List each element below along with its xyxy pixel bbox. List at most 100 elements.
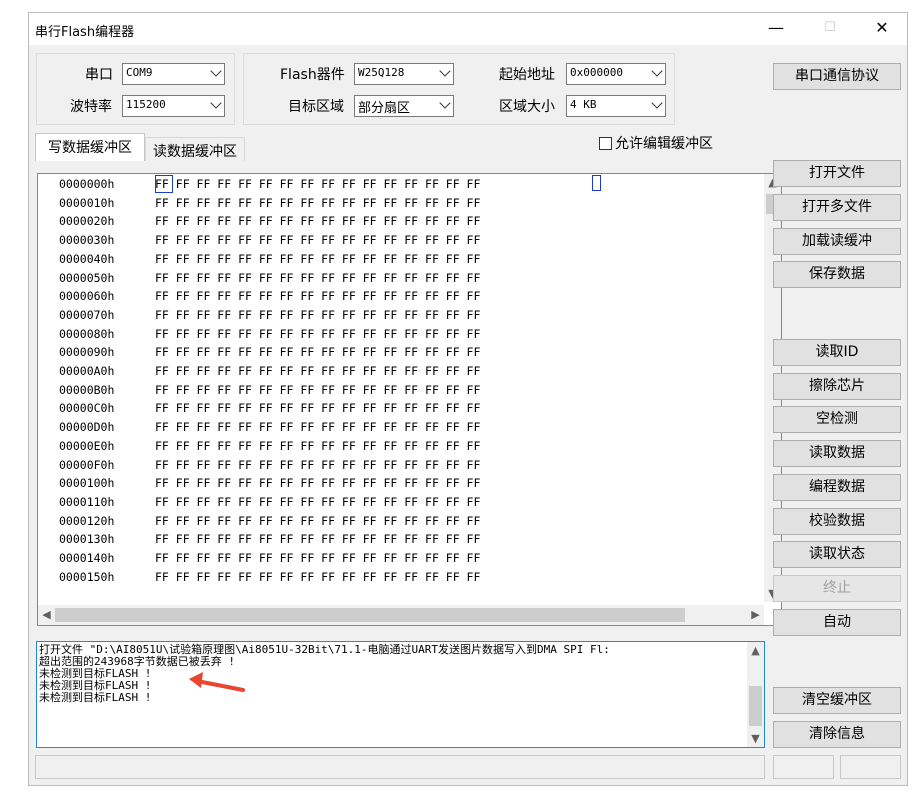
hex-bytes: FF FF FF FF FF FF FF FF FF FF FF FF FF F… [155, 326, 481, 341]
hex-bytes: FF FF FF FF FF FF FF FF FF FF FF FF FF F… [155, 438, 481, 453]
program-data-button[interactable]: 编程数据 [773, 474, 901, 501]
baud-label: 波特率 [70, 99, 112, 115]
start-address-label: 起始地址 [499, 67, 555, 83]
scroll-down-icon[interactable]: ▼ [747, 730, 764, 747]
hex-bytes: FF FF FF FF FF FF FF FF FF FF FF FF FF F… [155, 551, 481, 565]
hex-bytes: FF FF FF FF FF FF FF FF FF FF FF FF FF F… [155, 569, 481, 584]
hex-bytes: FF FF FF FF FF FF FF FF FF FF FF FF FF F… [155, 532, 481, 547]
region-size-label: 区域大小 [499, 99, 555, 115]
hex-address: 0000040h [59, 251, 115, 266]
tab-write-buffer[interactable]: 写数据缓冲区 [35, 133, 145, 161]
baud-select[interactable]: 115200 [122, 95, 225, 117]
hex-address: 0000050h [59, 270, 115, 285]
hex-address: 0000030h [59, 233, 115, 248]
hex-bytes: FF FF FF FF FF FF FF FF FF FF FF FF FF F… [155, 345, 481, 360]
hex-address: 0000020h [59, 214, 115, 229]
hex-address: 0000070h [59, 307, 115, 322]
open-file-button[interactable]: 打开文件 [773, 160, 901, 187]
hex-bytes: FF FF FF FF FF FF FF FF FF FF FF FF FF F… [155, 476, 481, 491]
scroll-right-icon[interactable]: ▶ [747, 606, 764, 623]
hex-address: 0000060h [59, 289, 115, 304]
hex-address: 0000120h [59, 513, 115, 528]
hex-bytes: FF FF FF FF FF FF FF FF FF FF FF FF FF F… [155, 289, 481, 304]
target-value: 部分扇区 [358, 101, 411, 116]
hex-bytes: FF FF FF FF FF FF FF FF FF FF FF FF FF F… [155, 364, 481, 378]
read-status-button[interactable]: 读取状态 [773, 541, 901, 568]
minimize-button[interactable]: — [753, 13, 799, 45]
region-size-select[interactable]: 4 KB [566, 95, 666, 117]
hex-address: 0000100h [59, 476, 115, 491]
hex-address: 00000A0h [59, 364, 115, 378]
status-cell [773, 755, 834, 779]
window-title: 串行Flash编程器 [35, 25, 135, 40]
hex-bytes: FF FF FF FF FF FF FF FF FF FF FF FF FF F… [155, 494, 481, 509]
hex-address: 0000150h [59, 569, 115, 584]
hex-address: 00000F0h [59, 457, 115, 472]
hex-bytes: FF FF FF FF FF FF FF FF FF FF FF FF FF F… [155, 177, 481, 191]
hex-bytes: FF FF FF FF FF FF FF FF FF FF FF FF FF F… [155, 420, 481, 435]
blank-check-button[interactable]: 空检测 [773, 406, 901, 433]
chevron-down-icon [651, 97, 663, 109]
clear-buffer-button[interactable]: 清空缓冲区 [773, 687, 901, 714]
hex-bytes: FF FF FF FF FF FF FF FF FF FF FF FF FF F… [155, 251, 481, 266]
save-data-button[interactable]: 保存数据 [773, 261, 901, 288]
log-scroll-thumb[interactable] [749, 686, 762, 726]
hex-editor[interactable]: 0000000h FF FF FF FF FF FF FF FF FF FF FF… [37, 173, 782, 626]
status-cell [840, 755, 901, 779]
chevron-down-icon [439, 97, 451, 109]
hex-address: 00000B0h [59, 382, 115, 397]
read-id-button[interactable]: 读取ID [773, 339, 901, 366]
scroll-left-icon[interactable]: ◀ [38, 606, 55, 623]
hex-bytes: FF FF FF FF FF FF FF FF FF FF FF FF FF F… [155, 214, 481, 229]
status-bar [35, 755, 765, 779]
hex-address: 00000D0h [59, 420, 115, 435]
flash-config-group: Flash器件 W25Q128 目标区域 部分扇区 起始地址 0x000000 … [243, 53, 675, 125]
verify-data-button[interactable]: 校验数据 [773, 508, 901, 535]
hex-bytes: FF FF FF FF FF FF FF FF FF FF FF FF FF F… [155, 307, 481, 322]
device-value: W25Q128 [358, 66, 405, 79]
hex-address: 0000080h [59, 326, 115, 341]
erase-chip-button[interactable]: 擦除芯片 [773, 373, 901, 400]
hex-bytes: FF FF FF FF FF FF FF FF FF FF FF FF FF F… [155, 233, 481, 248]
hex-address: 0000090h [59, 345, 115, 360]
target-select[interactable]: 部分扇区 [354, 95, 454, 117]
chevron-down-icon [651, 65, 663, 77]
main-window: 串行Flash编程器 — ☐ ✕ 串口 COM9 波特率 115200 Flas… [28, 12, 908, 786]
stop-button[interactable]: 终止 [773, 575, 901, 602]
start-address-select[interactable]: 0x000000 [566, 63, 666, 85]
port-label: 串口 [85, 67, 113, 83]
port-select[interactable]: COM9 [122, 63, 225, 85]
hex-cursor [155, 175, 173, 193]
load-read-buffer-button[interactable]: 加载读缓冲 [773, 228, 901, 255]
hex-bytes: FF FF FF FF FF FF FF FF FF FF FF FF FF F… [155, 513, 481, 528]
clear-info-button[interactable]: 清除信息 [773, 721, 901, 748]
hex-bytes: FF FF FF FF FF FF FF FF FF FF FF FF FF F… [155, 382, 481, 397]
close-button[interactable]: ✕ [859, 13, 905, 45]
ascii-cursor [592, 175, 601, 191]
hex-address: 0000110h [59, 494, 115, 509]
chevron-down-icon [210, 97, 222, 109]
serial-protocol-button[interactable]: 串口通信协议 [773, 63, 901, 90]
read-data-button[interactable]: 读取数据 [773, 440, 901, 467]
device-label: Flash器件 [280, 67, 345, 83]
allow-edit-checkbox[interactable] [599, 137, 612, 150]
tab-read-buffer[interactable]: 读数据缓冲区 [145, 137, 245, 161]
hex-address: 0000140h [59, 551, 115, 565]
region-size-value: 4 KB [570, 98, 597, 111]
hex-address: 00000E0h [59, 438, 115, 453]
auto-button[interactable]: 自动 [773, 609, 901, 636]
scroll-up-icon[interactable]: ▲ [747, 642, 764, 659]
hex-address: 0000000h [59, 177, 115, 191]
hex-address: 00000C0h [59, 401, 115, 416]
open-multi-file-button[interactable]: 打开多文件 [773, 194, 901, 221]
horizontal-scroll-thumb[interactable] [55, 608, 685, 622]
horizontal-scrollbar[interactable]: ◀ ▶ [38, 605, 764, 625]
allow-edit-label: 允许编辑缓冲区 [615, 136, 713, 152]
hex-address: 0000010h [59, 195, 115, 210]
device-select[interactable]: W25Q128 [354, 63, 454, 85]
start-address-value: 0x000000 [570, 66, 623, 79]
maximize-button[interactable]: ☐ [807, 13, 853, 45]
log-scrollbar[interactable]: ▲ ▼ [747, 642, 764, 747]
log-output[interactable]: 打开文件 "D:\AI8051U\试验箱原理图\Ai8051U-32Bit\71… [36, 641, 765, 748]
hex-bytes: FF FF FF FF FF FF FF FF FF FF FF FF FF F… [155, 457, 481, 472]
